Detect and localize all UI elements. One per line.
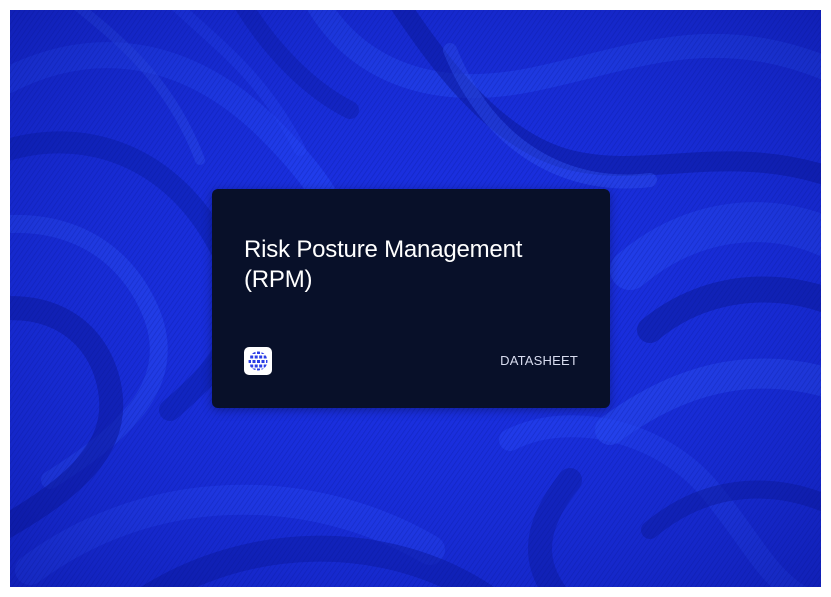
datasheet-card[interactable]: Risk Posture Management (RPM) DATASHEET — [212, 189, 610, 408]
hero-background: Risk Posture Management (RPM) DATASHEET — [10, 10, 821, 587]
globe-grid-logo-icon — [244, 347, 272, 375]
card-title: Risk Posture Management (RPM) — [244, 236, 523, 293]
datasheet-label: DATASHEET — [500, 353, 578, 368]
